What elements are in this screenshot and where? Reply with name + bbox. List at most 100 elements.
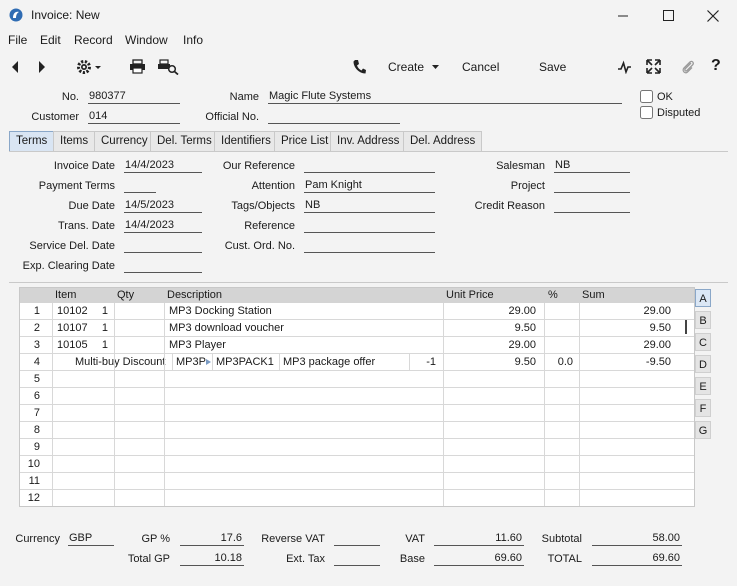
- table-row[interactable]: 6: [20, 388, 694, 405]
- side-tab-e[interactable]: E: [695, 377, 711, 395]
- tab-del-terms[interactable]: Del. Terms: [150, 131, 219, 152]
- side-tab-a[interactable]: A: [695, 289, 711, 307]
- table-row[interactable]: 3 10105 1 MP3 Player 29.00 29.00: [20, 337, 694, 354]
- disputed-checkbox-group[interactable]: Disputed: [640, 106, 700, 119]
- currency-field[interactable]: GBP: [68, 532, 114, 546]
- save-button[interactable]: Save: [539, 60, 566, 74]
- settings-dropdown[interactable]: [76, 58, 106, 76]
- name-field[interactable]: Magic Flute Systems: [268, 90, 622, 104]
- cust-ord-no-field[interactable]: [304, 239, 435, 253]
- close-button[interactable]: [690, 0, 736, 31]
- total-field: 69.60: [592, 552, 682, 566]
- ok-checkbox-group[interactable]: OK: [640, 90, 673, 103]
- next-record-icon[interactable]: [37, 60, 47, 74]
- salesman-field[interactable]: NB: [554, 159, 630, 173]
- create-button[interactable]: Create: [388, 60, 441, 74]
- disputed-checkbox[interactable]: [640, 106, 653, 119]
- credit-reason-field[interactable]: [554, 199, 630, 213]
- cell-price[interactable]: 29.00: [456, 305, 536, 317]
- cell-code[interactable]: MP3P: [176, 356, 206, 368]
- table-row[interactable]: 4 Multi-buy Discount MP3P MP3PACK1 MP3 packa…: [20, 354, 694, 371]
- table-row[interactable]: 7: [20, 405, 694, 422]
- maximize-button[interactable]: [645, 0, 691, 31]
- reference-field[interactable]: [304, 219, 435, 233]
- side-tab-c[interactable]: C: [695, 333, 711, 351]
- previous-record-icon[interactable]: [10, 60, 20, 74]
- side-tab-f[interactable]: F: [695, 399, 711, 417]
- cell-n: 6: [33, 390, 40, 402]
- grid-scrollbar-thumb[interactable]: [685, 320, 687, 334]
- tab-inv-address[interactable]: Inv. Address: [330, 131, 407, 152]
- ok-checkbox[interactable]: [640, 90, 653, 103]
- table-row[interactable]: 2 10107 1 MP3 download voucher 9.50 9.50: [20, 320, 694, 337]
- our-reference-field[interactable]: [304, 159, 435, 173]
- table-row[interactable]: 10: [20, 456, 694, 473]
- cell-desc[interactable]: MP3 download voucher: [169, 322, 284, 334]
- tags-objects-field[interactable]: NB: [304, 199, 435, 213]
- tab-identifiers[interactable]: Identifiers: [214, 131, 278, 152]
- no-field[interactable]: 980377: [88, 90, 180, 104]
- expand-icon[interactable]: [646, 59, 661, 74]
- tab-price-list[interactable]: Price List: [274, 131, 336, 152]
- cell-price[interactable]: 9.50: [456, 322, 536, 334]
- side-tab-b[interactable]: B: [695, 311, 711, 329]
- table-row[interactable]: 5: [20, 371, 694, 388]
- service-del-date-field[interactable]: [124, 239, 202, 253]
- menu-file[interactable]: File: [8, 33, 27, 47]
- cell-sum[interactable]: -9.50: [591, 356, 671, 368]
- cell-qty[interactable]: 1: [28, 305, 108, 317]
- side-tab-g[interactable]: G: [695, 421, 711, 439]
- cell-desc[interactable]: MP3 Player: [169, 339, 226, 351]
- official-no-field[interactable]: [268, 110, 400, 124]
- cell-qty[interactable]: 1: [28, 339, 108, 351]
- table-row[interactable]: 11: [20, 473, 694, 490]
- items-grid[interactable]: Item Qty Description Unit Price % Sum 11…: [19, 287, 695, 507]
- customer-field[interactable]: 014: [88, 110, 180, 124]
- cell-sum[interactable]: 29.00: [591, 305, 671, 317]
- table-row[interactable]: 12: [20, 490, 694, 506]
- due-date-field[interactable]: 14/5/2023: [124, 199, 202, 213]
- gear-icon: [77, 60, 101, 74]
- cell-pct[interactable]: 0.0: [493, 356, 573, 368]
- menu-record[interactable]: Record: [74, 33, 113, 47]
- payment-terms-field[interactable]: [124, 179, 156, 193]
- cell-n: 5: [33, 373, 40, 385]
- cell-pack[interactable]: MP3PACK1: [216, 356, 274, 368]
- row-divider: [172, 354, 173, 371]
- tab-items[interactable]: Items: [53, 131, 96, 152]
- side-tab-d[interactable]: D: [695, 355, 711, 373]
- menu-window[interactable]: Window: [125, 33, 168, 47]
- invoice-date-field[interactable]: 14/4/2023: [124, 159, 202, 173]
- create-label: Create: [388, 60, 425, 74]
- print-preview-icon[interactable]: [158, 59, 179, 75]
- cancel-button[interactable]: Cancel: [462, 60, 499, 74]
- attention-field[interactable]: Pam Knight: [304, 179, 435, 193]
- tab-del-address[interactable]: Del. Address: [403, 131, 483, 152]
- menu-info[interactable]: Info: [183, 33, 203, 47]
- cell-n: 4: [33, 356, 40, 368]
- menu-edit[interactable]: Edit: [40, 33, 61, 47]
- activity-icon[interactable]: [617, 60, 632, 74]
- help-button[interactable]: ?: [711, 57, 721, 75]
- trans-date-field[interactable]: 14/4/2023: [124, 219, 202, 233]
- tab-terms[interactable]: Terms: [9, 131, 55, 152]
- table-row[interactable]: 9: [20, 439, 694, 456]
- cell-price[interactable]: 29.00: [456, 339, 536, 351]
- phone-icon[interactable]: [352, 59, 366, 75]
- table-row[interactable]: 1 10102 1 MP3 Docking Station 29.00 29.00: [20, 303, 694, 320]
- cell-discount-label[interactable]: Multi-buy Discount: [75, 356, 165, 368]
- tab-currency[interactable]: Currency: [94, 131, 155, 152]
- table-row[interactable]: 8: [20, 422, 694, 439]
- minimize-button[interactable]: [600, 0, 646, 31]
- cell-qty[interactable]: -1: [356, 356, 436, 368]
- exp-clearing-date-field[interactable]: [124, 259, 202, 273]
- cell-qty[interactable]: 1: [28, 322, 108, 334]
- row-divider: [409, 354, 410, 371]
- cell-sum[interactable]: 29.00: [591, 339, 671, 351]
- expand-arrow-icon[interactable]: [205, 358, 212, 366]
- print-icon[interactable]: [129, 59, 146, 74]
- project-field[interactable]: [554, 179, 630, 193]
- attachment-icon[interactable]: [681, 58, 695, 76]
- cell-sum[interactable]: 9.50: [591, 322, 671, 334]
- cell-desc[interactable]: MP3 Docking Station: [169, 305, 272, 317]
